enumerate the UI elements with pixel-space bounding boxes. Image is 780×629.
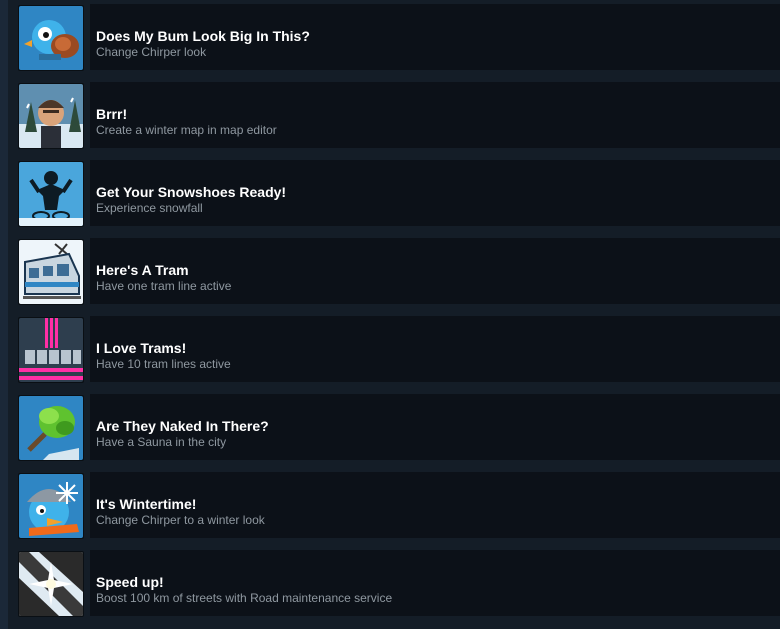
achievement-description: Create a winter map in map editor: [96, 123, 277, 137]
achievement-title: Here's A Tram: [96, 262, 189, 278]
achievement-description: Have a Sauna in the city: [96, 435, 227, 449]
tram-icon: [19, 240, 83, 304]
achievement-panel: Does My Bum Look Big In This? Change Chi…: [90, 4, 780, 70]
achievement-panel: Here's A Tram Have one tram line active: [90, 238, 780, 304]
achievement-panel: Are They Naked In There? Have a Sauna in…: [90, 394, 780, 460]
achievements-list: Does My Bum Look Big In This? Change Chi…: [8, 0, 780, 629]
achievement-title: Are They Naked In There?: [96, 418, 269, 434]
chirper-bird-icon: [19, 6, 83, 70]
achievement-description: Boost 100 km of streets with Road mainte…: [96, 591, 393, 605]
achievement-row[interactable]: Speed up! Boost 100 km of streets with R…: [18, 550, 780, 617]
achievement-title: Speed up!: [96, 574, 164, 590]
achievement-row[interactable]: Get Your Snowshoes Ready! Experience sno…: [18, 160, 780, 227]
achievement-panel: Get Your Snowshoes Ready! Experience sno…: [90, 160, 780, 226]
achievement-icon-frame: [18, 5, 84, 71]
achievement-row[interactable]: Are They Naked In There? Have a Sauna in…: [18, 394, 780, 461]
achievement-description: Experience snowfall: [96, 201, 203, 215]
achievement-icon-frame: [18, 395, 84, 461]
achievement-panel: It's Wintertime! Change Chirper to a win…: [90, 472, 780, 538]
achievement-row[interactable]: Brrr! Create a winter map in map editor: [18, 82, 780, 149]
achievement-row[interactable]: I Love Trams! Have 10 tram lines active: [18, 316, 780, 383]
achievement-description: Change Chirper look: [96, 45, 207, 59]
achievement-row[interactable]: It's Wintertime! Change Chirper to a win…: [18, 472, 780, 539]
cold-man-icon: [19, 84, 83, 148]
achievement-title: Does My Bum Look Big In This?: [96, 28, 310, 44]
achievement-panel: I Love Trams! Have 10 tram lines active: [90, 316, 780, 382]
achievement-icon-frame: [18, 239, 84, 305]
achievement-icon-frame: [18, 161, 84, 227]
achievement-row[interactable]: Here's A Tram Have one tram line active: [18, 238, 780, 305]
achievement-description: Change Chirper to a winter look: [96, 513, 265, 527]
achievement-icon-frame: [18, 473, 84, 539]
achievement-icon-frame: [18, 551, 84, 617]
achievement-panel: Speed up! Boost 100 km of streets with R…: [90, 550, 780, 616]
sauna-whisk-icon: [19, 396, 83, 460]
achievement-panel: Brrr! Create a winter map in map editor: [90, 82, 780, 148]
tram-lines-icon: [19, 318, 83, 382]
achievement-description: Have one tram line active: [96, 279, 232, 293]
achievement-description: Have 10 tram lines active: [96, 357, 231, 371]
achievement-icon-frame: [18, 83, 84, 149]
achievement-title: It's Wintertime!: [96, 496, 197, 512]
achievement-row[interactable]: Does My Bum Look Big In This? Change Chi…: [18, 4, 780, 71]
achievement-icon-frame: [18, 317, 84, 383]
achievement-title: I Love Trams!: [96, 340, 187, 356]
achievement-title: Get Your Snowshoes Ready!: [96, 184, 287, 200]
snowshoes-icon: [19, 162, 83, 226]
achievement-title: Brrr!: [96, 106, 128, 122]
road-sparkle-icon: [19, 552, 83, 616]
winter-chirper-icon: [19, 474, 83, 538]
